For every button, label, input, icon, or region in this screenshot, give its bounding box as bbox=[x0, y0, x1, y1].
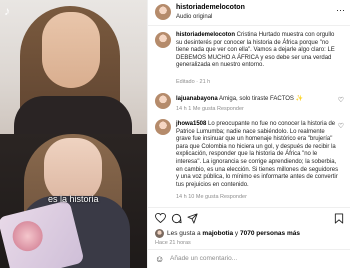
avatar[interactable] bbox=[155, 119, 171, 135]
avatar[interactable] bbox=[155, 4, 171, 20]
likes-user[interactable]: majobotia bbox=[202, 230, 233, 237]
comment-text: lajuanabayona Amiga, solo tiraste FACTOS… bbox=[176, 96, 341, 104]
like-icon[interactable] bbox=[154, 212, 166, 224]
reel-video[interactable]: ♪ es la historia bbox=[0, 0, 147, 268]
emoji-icon[interactable]: ☺ bbox=[155, 254, 164, 264]
video-caption: es la historia bbox=[48, 194, 99, 204]
phone-case bbox=[0, 199, 85, 268]
likes-middle: y bbox=[233, 230, 240, 238]
avatar bbox=[155, 229, 164, 238]
comment-username[interactable]: jhowa1508 bbox=[176, 121, 206, 127]
like-comment-icon[interactable]: ♡ bbox=[338, 97, 344, 104]
comments-section[interactable]: historiademelocoton Cristina Hurtado mue… bbox=[148, 27, 350, 205]
person-face bbox=[42, 12, 100, 88]
save-icon[interactable] bbox=[333, 212, 345, 224]
like-comment-icon[interactable]: ♡ bbox=[338, 123, 344, 130]
post-actions bbox=[148, 207, 350, 227]
post-panel: historiademelocoton Audio original ⋯ his… bbox=[147, 0, 350, 268]
add-comment-input[interactable]: Añade un comentario... bbox=[170, 255, 237, 262]
likes-count[interactable]: 7070 personas más bbox=[240, 230, 300, 237]
share-icon[interactable] bbox=[186, 212, 198, 224]
add-comment-bar[interactable]: ☺ Añade un comentario... bbox=[148, 249, 350, 268]
person-shirt bbox=[14, 96, 132, 136]
post-time: Hace 21 horas bbox=[155, 240, 191, 246]
more-options-icon[interactable]: ⋯ bbox=[336, 6, 345, 15]
comment-meta: 14 h 1 Me gusta Responder bbox=[176, 106, 244, 112]
comment-meta: 14 h 10 Me gusta Responder bbox=[176, 194, 247, 200]
caption-meta: Editado · 21 h bbox=[176, 79, 211, 85]
comment-body: Amiga, solo tiraste FACTOS ✨ bbox=[217, 96, 304, 102]
avatar[interactable] bbox=[155, 32, 171, 48]
likes-summary[interactable]: Les gusta a majobotia y 7070 personas má… bbox=[155, 229, 300, 238]
comment-text: jhowa1508 Lo preocupante no fue no conoc… bbox=[176, 121, 341, 189]
video-bottom-frame: es la historia bbox=[0, 134, 147, 268]
audio-link[interactable]: Audio original bbox=[176, 14, 212, 20]
caption-text: historiademelocoton Cristina Hurtado mue… bbox=[176, 32, 341, 70]
comment-username[interactable]: lajuanabayona bbox=[176, 96, 218, 102]
post-username[interactable]: historiademelocoton bbox=[176, 4, 245, 11]
comment-icon[interactable] bbox=[170, 212, 182, 224]
comment-body: Lo preocupante no fue no conocer la hist… bbox=[176, 121, 339, 188]
likes-prefix: Les gusta a bbox=[167, 230, 203, 238]
tiktok-icon: ♪ bbox=[4, 4, 10, 18]
caption-username[interactable]: historiademelocoton bbox=[176, 32, 235, 38]
avatar[interactable] bbox=[155, 93, 171, 109]
post-header: historiademelocoton Audio original ⋯ bbox=[148, 0, 350, 26]
video-top-frame: ♪ bbox=[0, 0, 147, 136]
